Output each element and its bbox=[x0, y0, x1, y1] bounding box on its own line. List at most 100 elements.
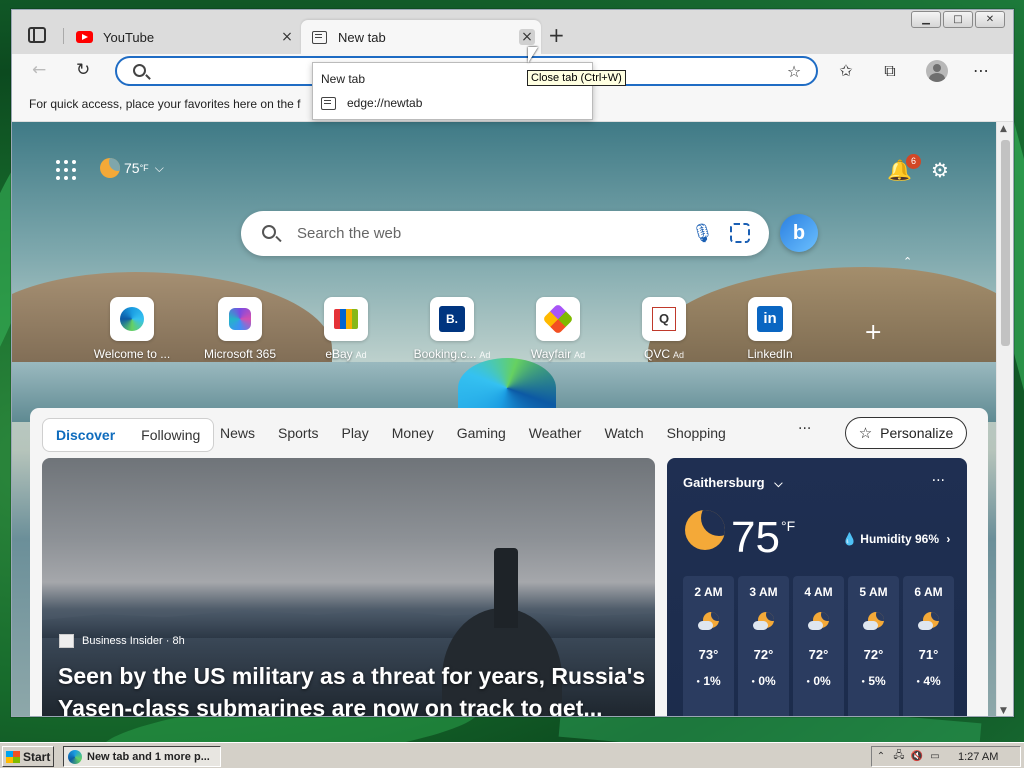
youtube-icon bbox=[76, 31, 93, 43]
hourly-forecast-item[interactable]: 3 AM 72° ● 0% bbox=[738, 576, 789, 716]
show-hidden-icons-icon[interactable]: ⌃ bbox=[872, 751, 890, 762]
feed-nav-shopping[interactable]: Shopping bbox=[667, 425, 726, 441]
hourly-forecast: 2 AM 73° ● 1% 3 AM 72° ● 0% 4 AM 72° ● 0% 5 AM 72°… bbox=[683, 576, 954, 716]
web-search-input[interactable] bbox=[297, 222, 677, 244]
feed-nav-gaming[interactable]: Gaming bbox=[457, 425, 506, 441]
personalize-label: Personalize bbox=[880, 425, 954, 441]
droplet-icon: 💧 bbox=[842, 532, 857, 546]
back-button[interactable]: ← bbox=[32, 60, 46, 80]
quick-link-microsoft-365[interactable]: Microsoft 365 bbox=[195, 297, 285, 361]
feed-nav: News Sports Play Money Gaming Weather Wa… bbox=[220, 425, 749, 441]
maximize-button[interactable]: □ bbox=[943, 11, 973, 28]
settings-gear-icon[interactable]: ⚙ bbox=[931, 158, 949, 182]
feed-pivot-group: Discover Following bbox=[42, 418, 215, 452]
windows-logo-icon bbox=[6, 750, 20, 763]
feed-nav-news[interactable]: News bbox=[220, 425, 255, 441]
quick-link-ebay[interactable]: eBay Ad bbox=[301, 297, 391, 361]
profile-avatar[interactable] bbox=[926, 60, 948, 82]
quick-link-linkedin[interactable]: in LinkedIn bbox=[725, 297, 815, 361]
hourly-forecast-item[interactable]: 6 AM 71° ● 4% bbox=[903, 576, 954, 716]
qvc-icon: Q bbox=[642, 297, 686, 341]
chevron-down-icon: ⌵ bbox=[154, 160, 164, 175]
news-headline[interactable]: Seen by the US military as a threat for … bbox=[58, 660, 648, 716]
page-scrollbar[interactable]: ▲ ▼ bbox=[996, 122, 1013, 716]
hour-time: 5 AM bbox=[859, 585, 888, 599]
droplet-icon: ● bbox=[696, 678, 700, 685]
feed-more-icon[interactable]: ··· bbox=[798, 421, 811, 437]
chevron-right-icon: › bbox=[946, 532, 951, 546]
start-button[interactable]: Start bbox=[2, 746, 54, 767]
taskbar-item-edge[interactable]: New tab and 1 more p... bbox=[63, 746, 221, 767]
add-quick-link-button[interactable]: + bbox=[864, 320, 882, 345]
system-clock[interactable]: 1:27 AM bbox=[958, 751, 998, 763]
personalize-button[interactable]: ☆ Personalize bbox=[845, 417, 967, 449]
volume-muted-icon[interactable]: 🔇 bbox=[908, 751, 926, 762]
scroll-up-icon[interactable]: ▲ bbox=[1000, 124, 1007, 134]
visual-search-icon[interactable] bbox=[730, 223, 750, 243]
weather-card[interactable]: Gaithersburg ⌵ ··· 75 °F 💧 Humidity 96% … bbox=[667, 458, 967, 716]
favorites-bar-hint: For quick access, place your favorites h… bbox=[29, 97, 301, 111]
close-tab-icon[interactable]: × bbox=[519, 29, 535, 45]
hourly-forecast-item[interactable]: 5 AM 72° ● 5% bbox=[848, 576, 899, 716]
notification-badge: 6 bbox=[906, 154, 921, 169]
tab-preview-url: edge://newtab bbox=[321, 96, 422, 110]
chevron-down-icon: ⌵ bbox=[774, 477, 783, 490]
ad-label: Ad bbox=[479, 350, 491, 360]
collapse-chevron-icon[interactable]: ⌃ bbox=[903, 255, 912, 268]
tab-actions-icon[interactable] bbox=[28, 27, 46, 43]
hour-temp: 72° bbox=[753, 647, 774, 662]
hour-precip: ● 5% bbox=[861, 674, 886, 688]
bing-chat-button[interactable]: b bbox=[780, 214, 818, 252]
feed-nav-play[interactable]: Play bbox=[341, 425, 368, 441]
app-launcher-icon[interactable] bbox=[56, 160, 76, 180]
pivot-following[interactable]: Following bbox=[128, 427, 213, 443]
collections-icon[interactable]: ⧉ bbox=[881, 62, 899, 80]
feed-nav-money[interactable]: Money bbox=[392, 425, 434, 441]
tab-title: New tab bbox=[338, 29, 386, 45]
quick-link-label: Wayfair bbox=[530, 347, 572, 361]
favorites-icon[interactable]: ✩ bbox=[837, 62, 855, 80]
hour-precip: ● 0% bbox=[751, 674, 776, 688]
humidity-link[interactable]: 💧 Humidity 96% › bbox=[842, 532, 950, 546]
weather-summary[interactable]: 75 °F ⌵ bbox=[100, 158, 164, 178]
minimize-button[interactable]: ▁ bbox=[911, 11, 941, 28]
partly-cloudy-night-icon bbox=[807, 612, 830, 634]
quick-link-label: Microsoft 365 bbox=[203, 347, 277, 361]
droplet-icon: ● bbox=[916, 678, 920, 685]
add-favorite-icon[interactable]: ☆ bbox=[785, 63, 803, 81]
quick-link-qvc[interactable]: Q QVC Ad bbox=[619, 297, 709, 361]
hourly-forecast-item[interactable]: 2 AM 73° ● 1% bbox=[683, 576, 734, 716]
edge-icon bbox=[68, 749, 82, 764]
tab-youtube[interactable]: YouTube × bbox=[65, 20, 301, 54]
quick-link-booking[interactable]: B. Booking.c... Ad bbox=[407, 297, 497, 361]
microphone-icon[interactable]: 🎙 bbox=[691, 223, 714, 244]
quick-link-wayfair[interactable]: Wayfair Ad bbox=[513, 297, 603, 361]
weather-card-temp: 75 bbox=[731, 513, 780, 562]
weather-location[interactable]: Gaithersburg ⌵ bbox=[683, 475, 783, 491]
refresh-button[interactable]: ↻ bbox=[76, 60, 90, 80]
weather-card-unit: °F bbox=[781, 518, 796, 534]
scrollbar-thumb[interactable] bbox=[1001, 140, 1010, 346]
browser-window: YouTube × New tab × + ▁ □ ✕ ← ↻ ☆ ✩ ⧉ ⋯ … bbox=[11, 9, 1014, 717]
network-icon[interactable]: 🖧 bbox=[890, 748, 908, 765]
new-tab-button[interactable]: + bbox=[548, 25, 565, 45]
edge-icon bbox=[110, 297, 154, 341]
feed-nav-sports[interactable]: Sports bbox=[278, 425, 318, 441]
notification-icon[interactable]: ▭ bbox=[926, 751, 944, 762]
quick-link-label: Booking.c... bbox=[413, 347, 477, 361]
scroll-down-icon[interactable]: ▼ bbox=[1000, 706, 1007, 716]
feed-nav-watch[interactable]: Watch bbox=[604, 425, 643, 441]
more-menu-icon[interactable]: ⋯ bbox=[972, 62, 990, 80]
weather-more-icon[interactable]: ··· bbox=[932, 473, 945, 489]
hourly-forecast-item[interactable]: 4 AM 72° ● 0% bbox=[793, 576, 844, 716]
close-tab-icon[interactable]: × bbox=[279, 29, 295, 45]
tab-new-tab[interactable]: New tab × bbox=[301, 20, 541, 54]
tab-preview-title: New tab bbox=[321, 72, 366, 86]
news-source: Business Insider · 8h bbox=[59, 634, 185, 648]
close-window-button[interactable]: ✕ bbox=[975, 11, 1005, 28]
feed-nav-weather[interactable]: Weather bbox=[529, 425, 582, 441]
pivot-discover[interactable]: Discover bbox=[43, 427, 128, 443]
submarine-tower bbox=[494, 548, 518, 628]
quick-link-welcome[interactable]: Welcome to ... bbox=[87, 297, 177, 361]
hero-news-card[interactable]: Business Insider · 8h Seen by the US mil… bbox=[42, 458, 655, 716]
